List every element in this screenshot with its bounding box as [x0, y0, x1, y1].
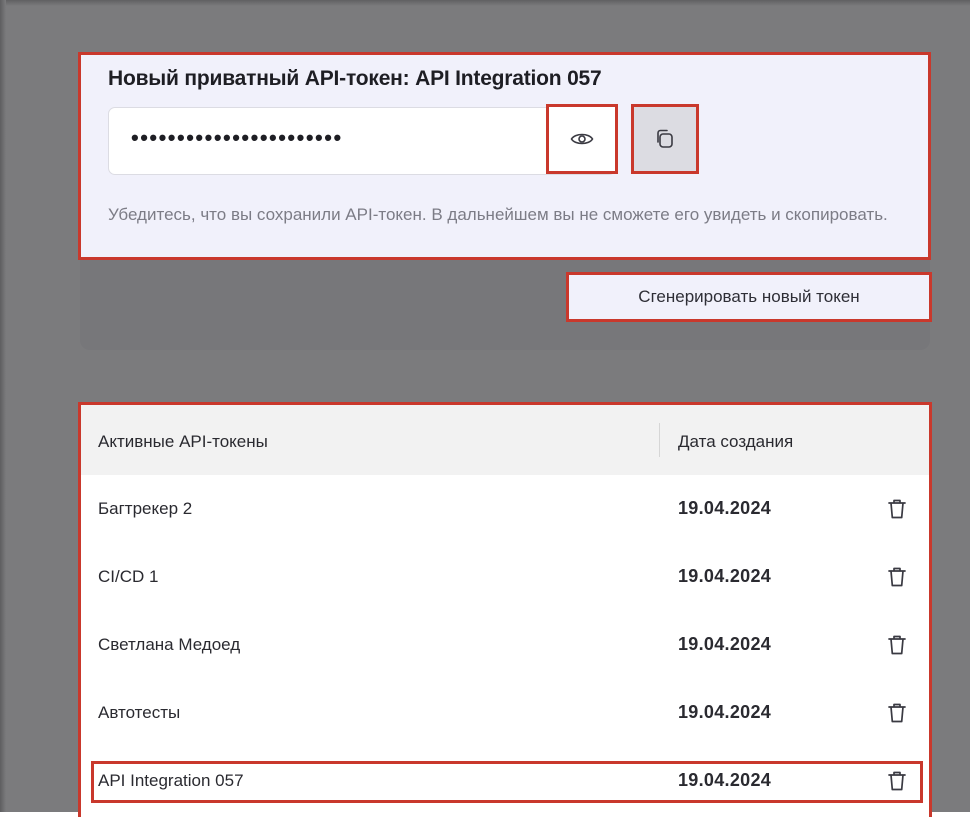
column-header-created-date: Дата создания	[678, 432, 794, 451]
token-name: Светлана Медоед	[98, 635, 241, 654]
column-header-token-name: Активные API-токены	[98, 432, 268, 451]
token-created-date: 19.04.2024	[678, 702, 772, 722]
table-row: Светлана Медоед 19.04.2024	[81, 611, 929, 679]
trash-icon[interactable]	[886, 565, 908, 589]
trash-icon[interactable]	[886, 497, 908, 521]
token-created-date: 19.04.2024	[678, 498, 772, 518]
trash-icon[interactable]	[886, 701, 908, 725]
new-token-row-highlight	[91, 761, 923, 803]
token-name: Автотесты	[98, 703, 181, 722]
eye-icon	[570, 133, 594, 145]
copy-icon	[657, 129, 673, 148]
table-row: CI/CD 1 19.04.2024	[81, 543, 929, 611]
copy-token-button[interactable]	[631, 104, 699, 174]
token-name: CI/CD 1	[98, 567, 159, 586]
overlay-shadow-left	[0, 0, 6, 812]
overlay-shadow-top	[0, 0, 970, 6]
table-row: Автотесты 19.04.2024	[81, 679, 929, 747]
column-divider[interactable]	[659, 423, 660, 457]
table-row: Багтрекер 2 19.04.2024	[81, 475, 929, 543]
trash-icon[interactable]	[886, 633, 908, 657]
token-masked-value: •••••••••••••••••••••••	[131, 125, 343, 150]
active-tokens-table: Активные API-токены Дата создания Багтре…	[78, 402, 932, 817]
token-created-date: 19.04.2024	[678, 634, 772, 654]
show-token-button[interactable]	[546, 104, 618, 174]
generate-new-token-button[interactable]: Сгенерировать новый токен	[566, 272, 932, 322]
token-created-date: 19.04.2024	[678, 566, 772, 586]
new-token-panel: Новый приватный API-токен: API Integrati…	[78, 52, 931, 260]
new-token-title: Новый приватный API-токен: API Integrati…	[108, 67, 602, 90]
token-warning-text: Убедитесь, что вы сохранили API-токен. В…	[108, 205, 888, 224]
token-value-field[interactable]: •••••••••••••••••••••••	[108, 107, 616, 175]
token-name: Багтрекер 2	[98, 499, 193, 518]
table-header: Активные API-токены Дата создания	[81, 405, 929, 475]
